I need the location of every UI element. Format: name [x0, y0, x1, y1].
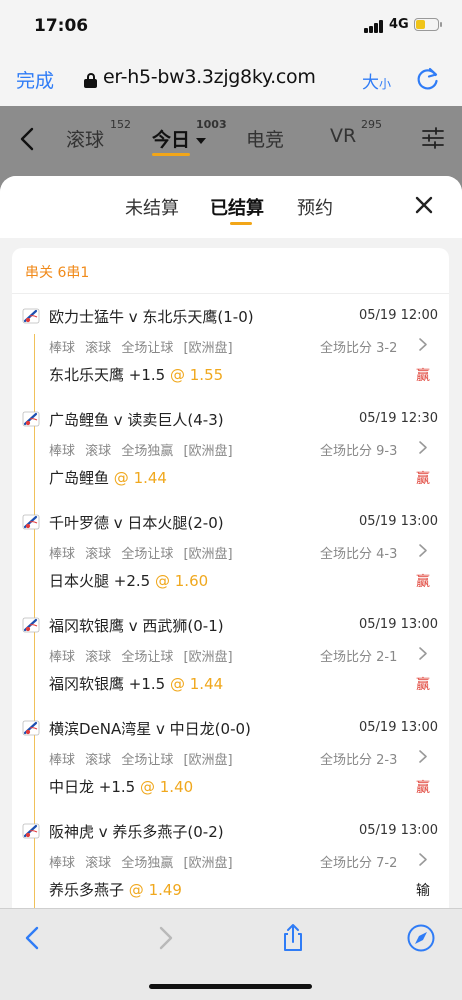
- signal-icon: [364, 20, 384, 33]
- match-time: 05/19 13:00: [359, 823, 439, 838]
- share-icon[interactable]: [278, 923, 308, 953]
- baseball-league-icon: [22, 307, 40, 325]
- bet-leg[interactable]: 欧力士猛牛 v 东北乐天鹰(1-0) 05/19 12:00 棒球 滚球 全场让球 …: [12, 300, 449, 403]
- url-field[interactable]: er-h5-bw3.3zjg8ky.com: [103, 66, 316, 88]
- match-name: 福冈软银鹰 v 西武狮(0-1): [49, 617, 224, 635]
- chevron-right-icon[interactable]: [418, 852, 428, 867]
- bet-info: 棒球 滚球 全场让球 [欧洲盘]: [49, 650, 233, 665]
- odds-value: @ 1.44: [169, 675, 224, 693]
- bet-info: 棒球 滚球 全场独赢 [欧洲盘]: [49, 444, 233, 459]
- bet-selection: 日本火腿 +2.5 @ 1.60: [49, 572, 209, 590]
- match-time: 05/19 12:30: [359, 411, 439, 426]
- browser-url-bar: 完成 er-h5-bw3.3zjg8ky.com 大小: [0, 54, 462, 106]
- bet-records-sheet: 未结算 已结算 预约 串关 6串1 欧力士猛牛 v 东北乐天鹰(1-0) 05/1…: [0, 176, 462, 908]
- status-bar: 17:06 4G: [0, 0, 462, 54]
- full-time-score: 全场比分 2-1: [320, 650, 398, 665]
- caret-down-icon: [196, 138, 206, 144]
- match-time: 05/19 13:00: [359, 514, 439, 529]
- bet-info: 棒球 滚球 全场让球 [欧洲盘]: [49, 341, 233, 356]
- bet-info: 棒球 滚球 全场独赢 [欧洲盘]: [49, 856, 233, 871]
- forward-icon[interactable]: [150, 923, 180, 953]
- active-tab-underline: [152, 153, 190, 156]
- match-name: 阪神虎 v 养乐多燕子(0-2): [49, 823, 224, 841]
- bet-result: 赢: [416, 780, 430, 796]
- odds-value: @ 1.40: [139, 778, 194, 796]
- odds-value: @ 1.55: [169, 366, 224, 384]
- bet-selection: 东北乐天鹰 +1.5 @ 1.55: [49, 366, 224, 384]
- tab-esports[interactable]: 电竞: [246, 125, 284, 152]
- match-name: 横滨DeNA湾星 v 中日龙(0-0): [49, 720, 251, 738]
- chevron-right-icon[interactable]: [418, 543, 428, 558]
- bet-leg[interactable]: 横滨DeNA湾星 v 中日龙(0-0) 05/19 13:00 棒球 滚球 全场让球…: [12, 712, 449, 815]
- tab-reserved[interactable]: 预约: [297, 194, 333, 220]
- back-icon[interactable]: [18, 923, 48, 953]
- odds-value: @ 1.60: [154, 572, 209, 590]
- bet-leg[interactable]: 阪神虎 v 养乐多燕子(0-2) 05/19 13:00 棒球 滚球 全场独赢 [欧…: [12, 815, 449, 908]
- baseball-league-icon: [22, 719, 40, 737]
- status-time: 17:06: [34, 16, 89, 36]
- bet-result: 赢: [416, 574, 430, 590]
- reload-icon[interactable]: [415, 66, 441, 92]
- baseball-league-icon: [22, 616, 40, 634]
- bet-result: 输: [416, 883, 430, 899]
- bet-info: 棒球 滚球 全场让球 [欧洲盘]: [49, 547, 233, 562]
- chevron-right-icon[interactable]: [418, 337, 428, 352]
- odds-value: @ 1.49: [128, 881, 182, 899]
- compass-icon[interactable]: [406, 923, 436, 953]
- tab-settled[interactable]: 已结算: [210, 194, 264, 220]
- bet-selection: 养乐多燕子 @ 1.49: [49, 881, 182, 899]
- baseball-league-icon: [22, 513, 40, 531]
- full-time-score: 全场比分 3-2: [320, 341, 398, 356]
- done-button[interactable]: 完成: [16, 66, 54, 93]
- bet-result: 赢: [416, 368, 430, 384]
- network-label: 4G: [389, 17, 409, 32]
- sport-tabs-header: 滚球 152 今日 1003 电竞 VR 295: [0, 106, 462, 176]
- baseball-league-icon: [22, 822, 40, 840]
- bet-result: 赢: [416, 677, 430, 693]
- close-icon[interactable]: [414, 195, 434, 215]
- lock-icon: [84, 73, 97, 88]
- battery-icon: [414, 18, 442, 31]
- parlay-title: 串关 6串1: [12, 248, 449, 294]
- match-name: 欧力士猛牛 v 东北乐天鹰(1-0): [49, 308, 254, 326]
- bet-leg[interactable]: 千叶罗德 v 日本火腿(2-0) 05/19 13:00 棒球 滚球 全场让球 [欧…: [12, 506, 449, 609]
- full-time-score: 全场比分 4-3: [320, 547, 398, 562]
- match-name: 千叶罗德 v 日本火腿(2-0): [49, 514, 224, 532]
- match-time: 05/19 13:00: [359, 720, 439, 735]
- tab-today[interactable]: 今日 1003: [152, 118, 227, 156]
- match-time: 05/19 13:00: [359, 617, 439, 632]
- chevron-right-icon[interactable]: [418, 749, 428, 764]
- full-time-score: 全场比分 9-3: [320, 444, 398, 459]
- baseball-league-icon: [22, 410, 40, 428]
- parlay-bet-card: 串关 6串1 欧力士猛牛 v 东北乐天鹰(1-0) 05/19 12:00 棒球 滚…: [12, 248, 449, 908]
- bet-selection: 福冈软银鹰 +1.5 @ 1.44: [49, 675, 224, 693]
- odds-value: @ 1.44: [113, 469, 167, 487]
- full-time-score: 全场比分 2-3: [320, 753, 398, 768]
- filter-icon[interactable]: [421, 126, 445, 150]
- active-tab-underline: [230, 222, 252, 225]
- bet-result: 赢: [416, 471, 430, 487]
- tab-vr[interactable]: VR 295: [330, 118, 382, 147]
- back-icon[interactable]: [18, 126, 36, 152]
- tab-live[interactable]: 滚球 152: [66, 118, 131, 152]
- chevron-right-icon[interactable]: [418, 646, 428, 661]
- tab-unsettled[interactable]: 未结算: [125, 194, 179, 220]
- full-time-score: 全场比分 7-2: [320, 856, 398, 871]
- bet-selection: 广岛鲤鱼 @ 1.44: [49, 469, 167, 487]
- match-time: 05/19 12:00: [359, 308, 439, 323]
- bet-info: 棒球 滚球 全场让球 [欧洲盘]: [49, 753, 233, 768]
- home-indicator: [149, 984, 312, 989]
- bet-status-tabs: 未结算 已结算 预约: [0, 176, 462, 238]
- chevron-right-icon[interactable]: [418, 440, 428, 455]
- bet-leg[interactable]: 福冈软银鹰 v 西武狮(0-1) 05/19 13:00 棒球 滚球 全场让球 [欧…: [12, 609, 449, 712]
- text-size-button[interactable]: 大小: [362, 68, 391, 93]
- match-name: 广岛鲤鱼 v 读卖巨人(4-3): [49, 411, 224, 429]
- bet-leg[interactable]: 广岛鲤鱼 v 读卖巨人(4-3) 05/19 12:30 棒球 滚球 全场独赢 [欧…: [12, 403, 449, 506]
- bet-selection: 中日龙 +1.5 @ 1.40: [49, 778, 194, 796]
